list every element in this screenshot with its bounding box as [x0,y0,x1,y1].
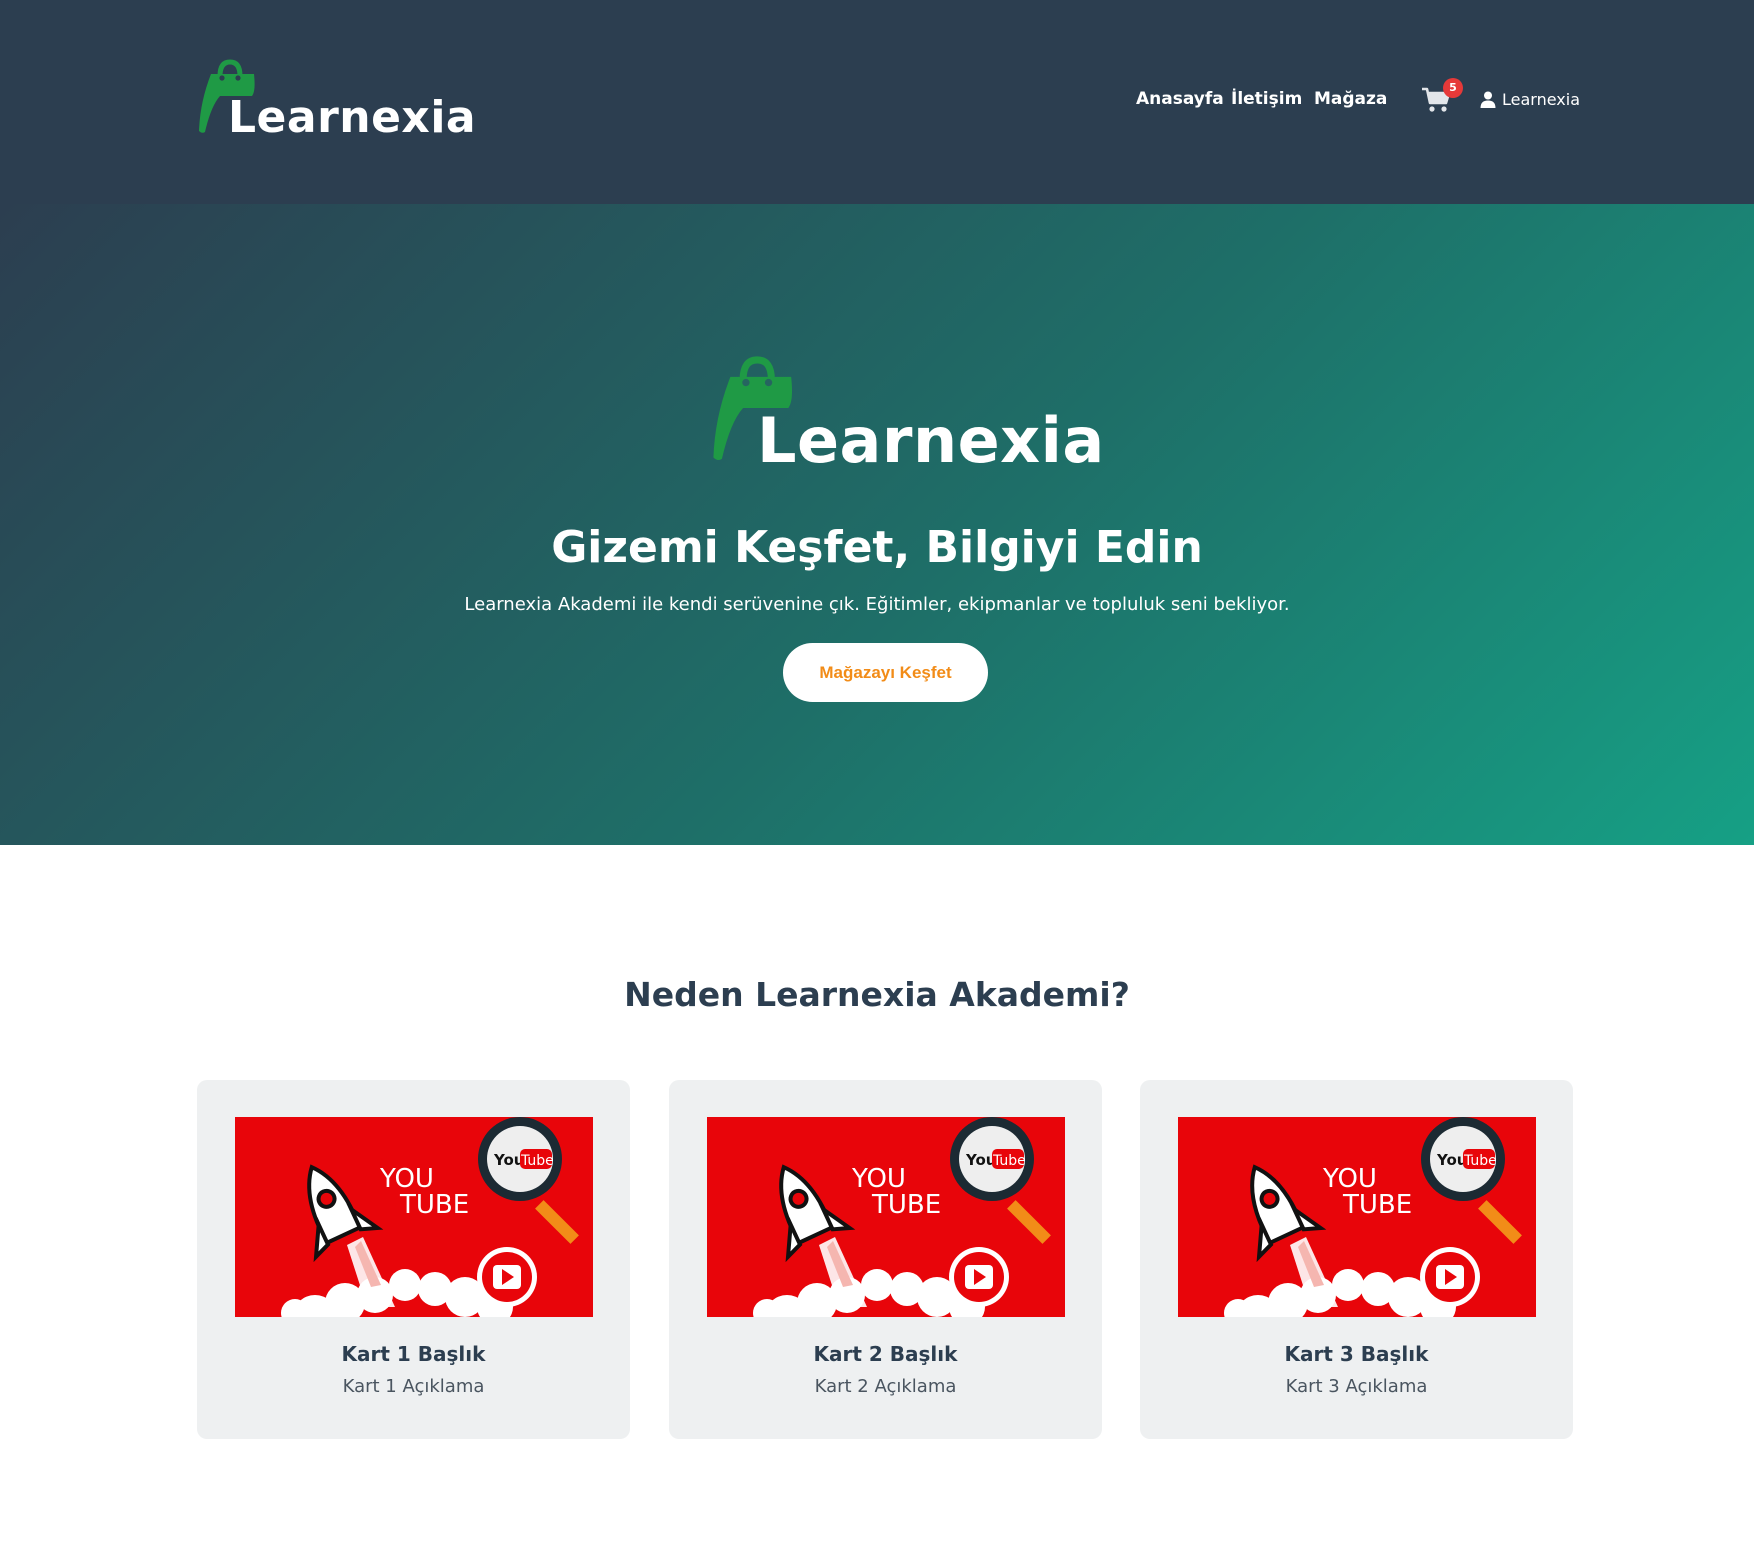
hero-title: Gizemi Keşfet, Bilgiyi Edin [551,522,1203,573]
nav-link-home[interactable]: Anasayfa [1136,91,1224,108]
hero-logo: Learnexia [712,352,1104,472]
user-account-link[interactable]: Learnexia [1480,91,1580,108]
hero-subtitle: Learnexia Akademi ile kendi serüvenine ç… [464,594,1290,615]
hero-section: Learnexia Gizemi Keşfet, Bilgiyi Edin Le… [0,204,1754,845]
youtube-thumbnail-image: YOU TUBE You Tube [235,1117,593,1317]
navbar: Learnexia Anasayfa İletişim Mağaza 5 Lea… [0,0,1754,204]
thumbnail-badge-you: You [965,1151,996,1169]
cart-button[interactable]: 5 [1421,78,1463,116]
card-description: Kart 2 Açıklama [814,1376,957,1397]
cart-count-badge: 5 [1443,78,1463,98]
nav-link-store[interactable]: Mağaza [1314,91,1387,108]
feature-card[interactable]: YOU TUBE You Tube Kart 1 Başlık Kart 1 A… [197,1080,630,1439]
thumbnail-text-tube: TUBE [399,1190,469,1220]
thumbnail-badge-tube: Tube [1463,1153,1497,1169]
youtube-thumbnail-image: YOU TUBE You Tube [707,1117,1065,1317]
user-name: Learnexia [1502,89,1580,109]
hero-logo-text: Learnexia [757,404,1105,477]
card-description: Kart 3 Açıklama [1285,1376,1428,1397]
feature-card[interactable]: YOU TUBE You Tube Kart 3 Başlık Kart 3 A… [1140,1080,1573,1439]
nav-link-contact[interactable]: İletişim [1231,91,1302,108]
card-title: Kart 3 Başlık [1284,1342,1429,1366]
explore-store-button[interactable]: Mağazayı Keşfet [783,643,988,702]
feature-card[interactable]: YOU TUBE You Tube Kart 2 Başlık Kart 2 A… [669,1080,1102,1439]
thumbnail-badge-tube: Tube [992,1153,1026,1169]
thumbnail-badge-tube: Tube [520,1153,554,1169]
thumbnail-text-tube: TUBE [871,1190,941,1220]
user-icon [1480,91,1496,108]
youtube-thumbnail-image: YOU TUBE You Tube [1178,1117,1536,1317]
main-nav: Anasayfa İletişim Mağaza 5 Learnexia [0,0,1754,204]
thumbnail-badge-you: You [493,1151,524,1169]
thumbnail-badge-you: You [1436,1151,1467,1169]
card-title: Kart 2 Başlık [813,1342,958,1366]
thumbnail-text-tube: TUBE [1342,1190,1412,1220]
card-description: Kart 1 Açıklama [342,1376,485,1397]
features-title: Neden Learnexia Akademi? [624,975,1130,1014]
card-title: Kart 1 Başlık [341,1342,486,1366]
